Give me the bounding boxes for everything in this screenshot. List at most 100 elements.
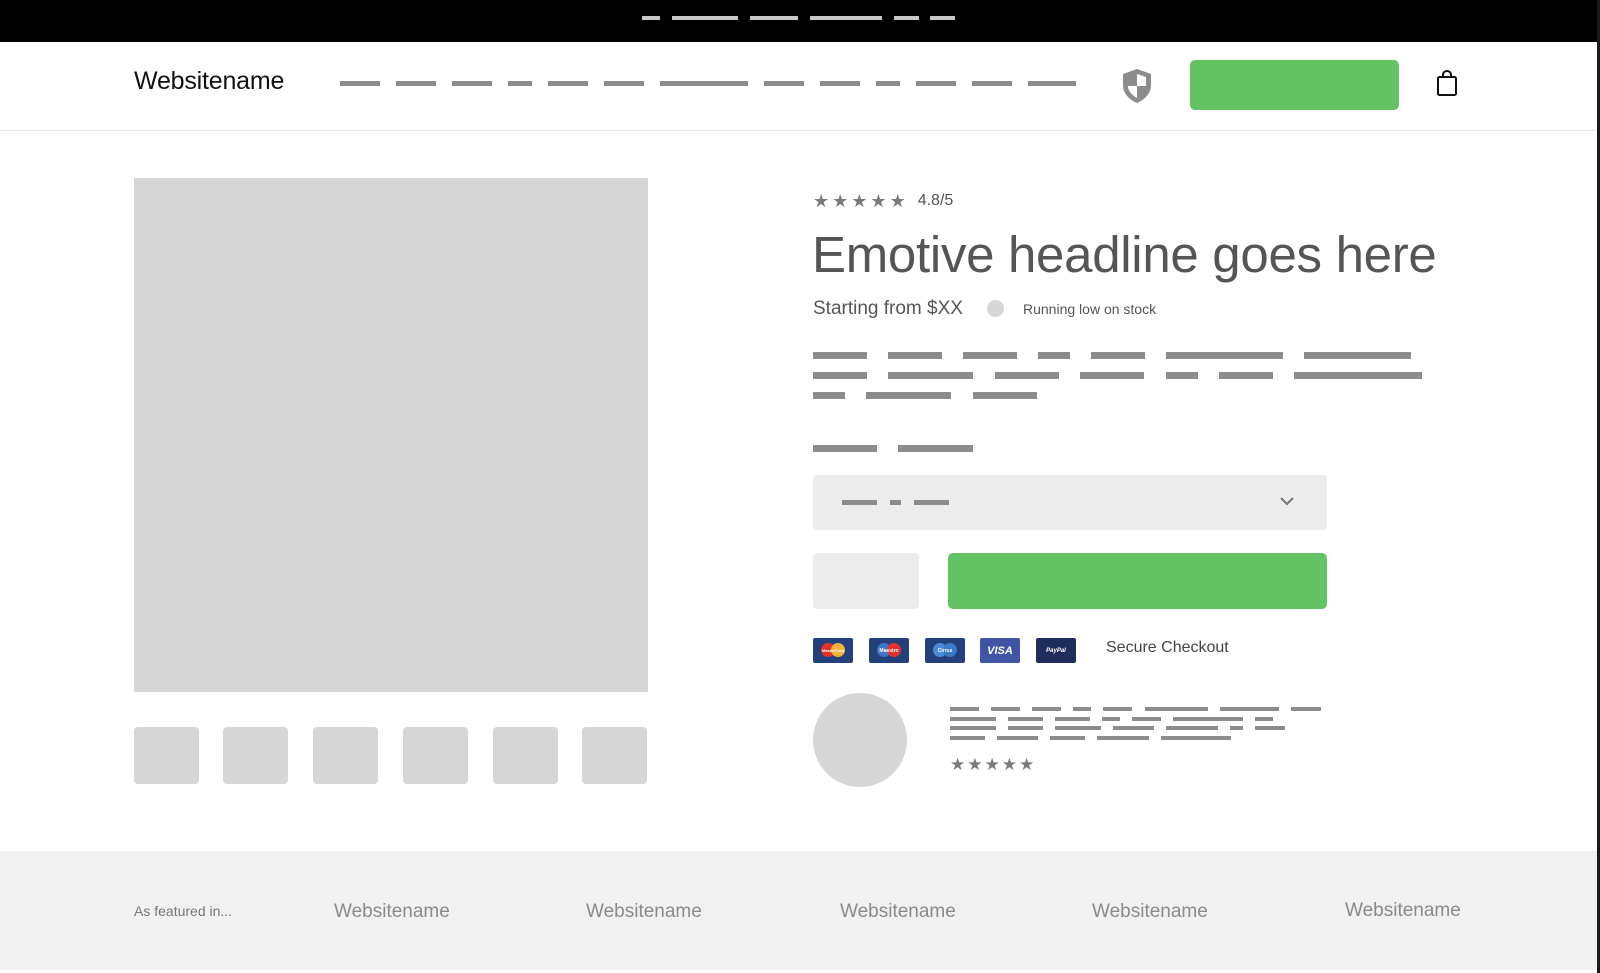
product-thumbnail[interactable]: [493, 727, 558, 784]
nav-item[interactable]: [396, 81, 436, 86]
description-placeholder: [1166, 352, 1283, 359]
review-text-placeholder: [950, 707, 979, 711]
star-icon: ★: [967, 755, 983, 774]
description-placeholder: [1219, 372, 1273, 379]
review-text-placeholder: [1230, 726, 1243, 730]
description-placeholder: [973, 392, 1037, 399]
review-text-placeholder: [1255, 726, 1285, 730]
description-placeholder: [963, 352, 1017, 359]
review-text-placeholder: [1055, 717, 1090, 721]
announcement-text-placeholder: [672, 16, 738, 20]
description-placeholder: [1091, 352, 1145, 359]
nav-item[interactable]: [340, 81, 380, 86]
review-text-placeholder: [991, 707, 1020, 711]
review-text-placeholder: [950, 726, 996, 730]
site-header: Websitename: [0, 42, 1597, 131]
review-text-placeholder: [1220, 707, 1279, 711]
nav-item[interactable]: [972, 81, 1012, 86]
nav-item[interactable]: [548, 81, 588, 86]
product-thumbnail[interactable]: [223, 727, 288, 784]
featured-label: As featured in...: [134, 903, 233, 919]
review-text-placeholder: [1008, 717, 1043, 721]
description-placeholder: [1038, 352, 1070, 359]
nav-item[interactable]: [820, 81, 860, 86]
star-icon: ★: [889, 191, 906, 211]
option-label-placeholder: [813, 445, 877, 452]
review-text-placeholder: [1032, 707, 1061, 711]
option-label-placeholder: [898, 445, 973, 452]
product-thumbnail[interactable]: [582, 727, 647, 784]
shield-icon: [1123, 69, 1151, 103]
featured-in-section: As featured in... Websitename Websitenam…: [0, 851, 1597, 970]
star-icon: ★: [984, 755, 1000, 774]
nav-item[interactable]: [876, 81, 900, 86]
announcement-text-placeholder: [642, 16, 660, 20]
announcement-bar: [0, 0, 1600, 42]
rating-score: 4.8/5: [917, 192, 954, 209]
review-text-placeholder: [997, 736, 1038, 740]
review-text-placeholder: [1073, 707, 1091, 711]
announcement-text-placeholder: [750, 16, 798, 20]
description-placeholder: [888, 372, 973, 379]
featured-logo: Websitename: [1092, 901, 1208, 922]
secure-checkout-label: Secure Checkout: [1106, 639, 1229, 656]
site-logo[interactable]: Websitename: [134, 67, 284, 96]
star-icon: ★: [1001, 755, 1017, 774]
nav-item[interactable]: [764, 81, 804, 86]
nav-item[interactable]: [508, 81, 532, 86]
quantity-input[interactable]: [813, 553, 919, 609]
description-placeholder: [813, 372, 867, 379]
review-rating: ★ ★ ★ ★ ★: [950, 756, 1036, 773]
variant-select[interactable]: [813, 475, 1327, 530]
reviewer-avatar: [813, 693, 907, 787]
nav-item[interactable]: [1028, 81, 1076, 86]
stock-indicator-icon: [987, 300, 1004, 317]
announcement-text-placeholder: [930, 16, 955, 20]
nav-item[interactable]: [660, 81, 748, 86]
review-text-placeholder: [950, 717, 996, 721]
product-price: Starting from $XX: [813, 298, 963, 319]
featured-logo: Websitename: [1345, 900, 1461, 921]
product-thumbnail[interactable]: [403, 727, 468, 784]
header-cta-button[interactable]: [1190, 60, 1399, 110]
product-thumbnail[interactable]: [313, 727, 378, 784]
paypal-icon: PayPal: [1036, 638, 1076, 663]
description-placeholder: [888, 352, 942, 359]
visa-icon: VISA: [980, 638, 1020, 663]
star-icon: ★: [832, 191, 849, 211]
description-placeholder: [866, 392, 951, 399]
review-text-placeholder: [1050, 736, 1085, 740]
review-text-placeholder: [1161, 736, 1231, 740]
review-text-placeholder: [1255, 717, 1273, 721]
product-thumbnail[interactable]: [134, 727, 199, 784]
review-text-placeholder: [1132, 717, 1161, 721]
announcement-text-placeholder: [894, 16, 919, 20]
nav-item[interactable]: [452, 81, 492, 86]
shopping-bag-icon[interactable]: [1436, 70, 1458, 96]
add-to-cart-button[interactable]: [948, 553, 1327, 609]
featured-logo: Websitename: [586, 901, 702, 922]
star-icon: ★: [813, 191, 830, 211]
cirrus-icon: Cirrus: [925, 638, 965, 663]
star-icon: ★: [851, 191, 868, 211]
maestro-icon: Maestro: [869, 638, 909, 663]
review-text-placeholder: [1097, 736, 1149, 740]
description-placeholder: [1166, 372, 1198, 379]
review-text-placeholder: [1103, 707, 1132, 711]
mastercard-icon: MasterCard: [813, 638, 853, 663]
nav-item[interactable]: [916, 81, 956, 86]
product-main-image[interactable]: [134, 178, 648, 692]
description-placeholder: [1294, 372, 1422, 379]
description-placeholder: [813, 352, 867, 359]
product-rating[interactable]: ★ ★ ★ ★ ★ 4.8/5: [813, 192, 953, 210]
star-icon: ★: [1019, 755, 1035, 774]
review-text-placeholder: [1055, 726, 1101, 730]
featured-logo: Websitename: [840, 901, 956, 922]
review-text-placeholder: [1102, 717, 1120, 721]
announcement-text-placeholder: [810, 16, 882, 20]
nav-item[interactable]: [604, 81, 644, 86]
review-text-placeholder: [1008, 726, 1043, 730]
stock-status: Running low on stock: [1023, 301, 1157, 317]
description-placeholder: [1080, 372, 1144, 379]
review-text-placeholder: [1291, 707, 1321, 711]
